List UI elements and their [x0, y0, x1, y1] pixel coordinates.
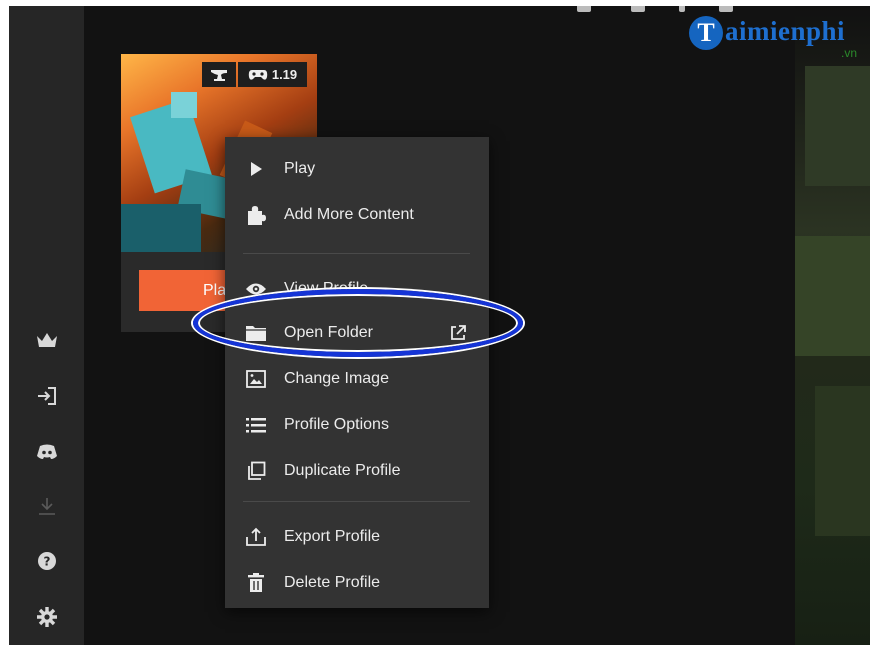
menu-item-open-folder[interactable]: Open Folder: [225, 313, 489, 353]
menu-item-label: Add More Content: [284, 206, 414, 223]
duplicate-icon: [243, 458, 269, 484]
play-icon: [243, 156, 269, 182]
version-badge: 1.19: [238, 62, 307, 87]
logo-text: aimienphi: [725, 16, 846, 46]
menu-item-label: Open Folder: [284, 324, 373, 341]
export-icon: [243, 524, 269, 550]
menu-divider: [243, 253, 470, 254]
external-link-icon: [448, 323, 468, 343]
eye-icon: [243, 276, 269, 302]
help-icon[interactable]: ?: [29, 547, 65, 575]
folder-icon: [243, 320, 269, 346]
anvil-icon: [202, 62, 236, 87]
menu-item-change-image[interactable]: Change Image: [225, 359, 489, 399]
menu-item-delete-profile[interactable]: Delete Profile: [225, 563, 489, 603]
menu-item-label: Delete Profile: [284, 574, 381, 591]
menu-item-label: Play: [284, 160, 316, 177]
logo-suffix: .vn: [841, 46, 858, 60]
menu-item-export-profile[interactable]: Export Profile: [225, 517, 489, 557]
discord-icon[interactable]: [29, 438, 65, 466]
trash-icon: [243, 570, 269, 596]
menu-item-label: Duplicate Profile: [284, 462, 401, 479]
menu-item-profile-options[interactable]: Profile Options: [225, 405, 489, 445]
svg-text:?: ?: [44, 555, 51, 569]
menu-item-label: Export Profile: [284, 528, 381, 545]
menu-item-label: Profile Options: [284, 416, 389, 433]
menu-item-add-more-content[interactable]: Add More Content: [225, 195, 489, 235]
watermark-logo: T aimienphi .vn: [689, 16, 870, 62]
version-label: 1.19: [271, 67, 298, 82]
sidebar: ?: [9, 6, 84, 645]
gear-icon[interactable]: [29, 603, 65, 631]
window-icon[interactable]: [719, 6, 733, 12]
puzzle-icon: [243, 202, 269, 228]
menu-divider: [243, 501, 470, 502]
context-menu: Play Add More Content View Profile Open …: [225, 137, 489, 608]
menu-item-view-profile[interactable]: View Profile: [225, 269, 489, 309]
background-art: [795, 6, 870, 645]
login-icon[interactable]: [29, 382, 65, 410]
download-icon[interactable]: [29, 492, 65, 520]
logo-letter: T: [689, 16, 723, 50]
menu-item-play[interactable]: Play: [225, 149, 489, 189]
image-icon: [243, 366, 269, 392]
menu-item-duplicate-profile[interactable]: Duplicate Profile: [225, 451, 489, 491]
more-icon[interactable]: [679, 6, 685, 12]
menu-item-label: Change Image: [284, 370, 389, 387]
crown-icon[interactable]: [29, 326, 65, 354]
list-icon: [243, 412, 269, 438]
menu-item-label: View Profile: [284, 280, 369, 297]
gamepad-icon: [248, 69, 268, 80]
chevron-down-icon[interactable]: [631, 6, 645, 12]
app-window: ? T aimienphi .vn 1.19 Pla Play Add More…: [9, 6, 870, 645]
search-icon[interactable]: [577, 6, 591, 12]
